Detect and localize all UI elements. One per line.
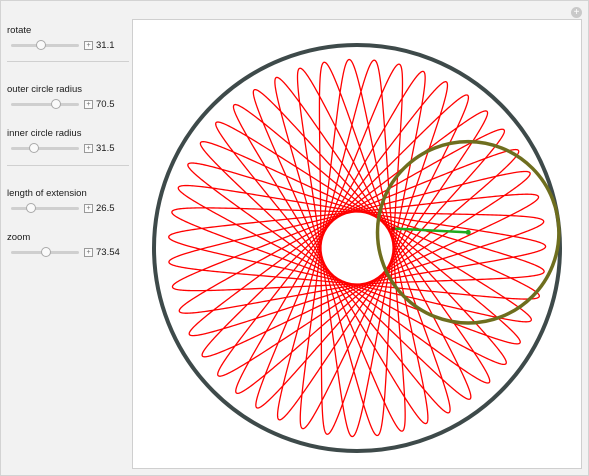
zoom-label: zoom xyxy=(7,232,31,243)
rotate-expand-button[interactable]: + xyxy=(84,41,93,50)
rotate-slider-thumb[interactable] xyxy=(35,40,46,50)
rolling-circle-center xyxy=(465,229,471,235)
outer-radius-expand-button[interactable]: + xyxy=(84,100,93,109)
inner-radius-slider-thumb[interactable] xyxy=(29,143,40,153)
outer-radius-slider-thumb[interactable] xyxy=(50,99,61,109)
rotate-label: rotate xyxy=(7,25,32,36)
outer-radius-slider[interactable] xyxy=(11,99,79,109)
divider xyxy=(7,61,129,62)
extension-label: length of extension xyxy=(7,188,87,199)
zoom-value: 73.54 xyxy=(96,247,120,258)
add-icon[interactable]: + xyxy=(571,7,582,18)
inner-radius-label: inner circle radius xyxy=(7,128,82,139)
divider xyxy=(7,165,129,166)
rotate-slider[interactable] xyxy=(11,40,79,50)
extension-expand-button[interactable]: + xyxy=(84,204,93,213)
zoom-expand-button[interactable]: + xyxy=(84,248,93,257)
zoom-slider[interactable] xyxy=(11,247,79,257)
inner-radius-value: 31.5 xyxy=(96,143,115,154)
outer-radius-label: outer circle radius xyxy=(7,84,82,95)
pen-point xyxy=(391,226,396,231)
spirograph-plot xyxy=(132,19,582,469)
app-window: + rotate + 31.1 outer circle radius + 70… xyxy=(0,0,589,476)
rotate-value: 31.1 xyxy=(96,40,115,51)
extension-slider[interactable] xyxy=(11,203,79,213)
inner-radius-slider[interactable] xyxy=(11,143,79,153)
spirograph-canvas xyxy=(152,43,562,453)
zoom-slider-thumb[interactable] xyxy=(41,247,52,257)
spirograph-curve xyxy=(168,58,547,438)
inner-radius-expand-button[interactable]: + xyxy=(84,144,93,153)
outer-radius-value: 70.5 xyxy=(96,99,115,110)
extension-value: 26.5 xyxy=(96,203,115,214)
extension-slider-thumb[interactable] xyxy=(26,203,37,213)
